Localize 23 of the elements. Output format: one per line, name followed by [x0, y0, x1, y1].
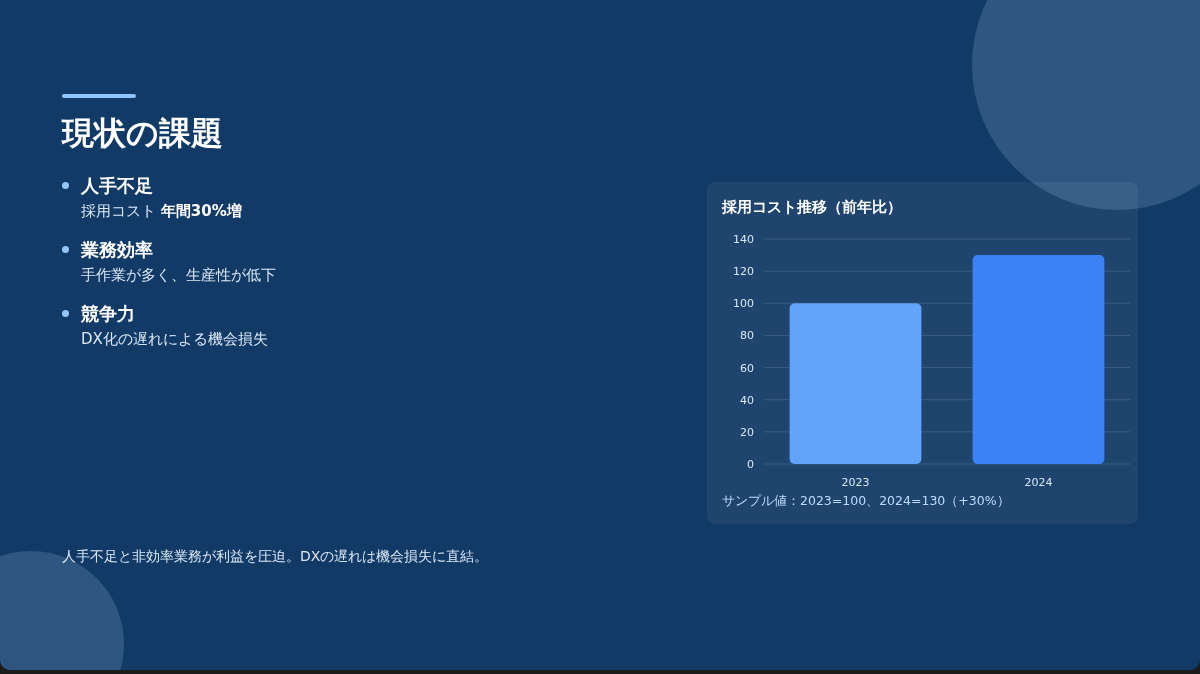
axis-label: 0 — [747, 458, 754, 471]
point-detail: DX化の遅れによる機会損失 — [81, 329, 268, 351]
point-detail: 手作業が多く、生産性が低下 — [81, 265, 276, 287]
axis-label: 100 — [733, 297, 754, 311]
axis-label: 140 — [733, 233, 754, 246]
axis-label: 2024 — [1024, 476, 1053, 489]
chart-title: 採用コスト推移（前年比） — [722, 198, 903, 217]
point-heading: 人手不足 — [81, 174, 154, 199]
chart-note: サンプル値：2023=100、2024=130（+30%） — [722, 493, 1011, 510]
point-detail: 採用コスト 年間30%増 — [81, 201, 242, 223]
bullet-icon — [62, 246, 69, 254]
axis-label: 60 — [740, 361, 754, 375]
bullet-icon — [62, 310, 69, 318]
axis-label: 40 — [740, 393, 754, 407]
footer-text: 人手不足と非効率業務が利益を圧迫。DXの遅れは機会損失に直結。 — [62, 548, 490, 566]
axis-label: 80 — [740, 329, 754, 343]
axis-label: 120 — [733, 265, 754, 279]
axis-label: 2023 — [841, 476, 870, 489]
bullet-icon — [62, 182, 69, 190]
point-heading: 業務効率 — [81, 238, 154, 263]
slide-title: 現状の課題 — [62, 114, 224, 153]
point-heading: 競争力 — [81, 302, 136, 327]
axis-label: 20 — [740, 425, 754, 439]
